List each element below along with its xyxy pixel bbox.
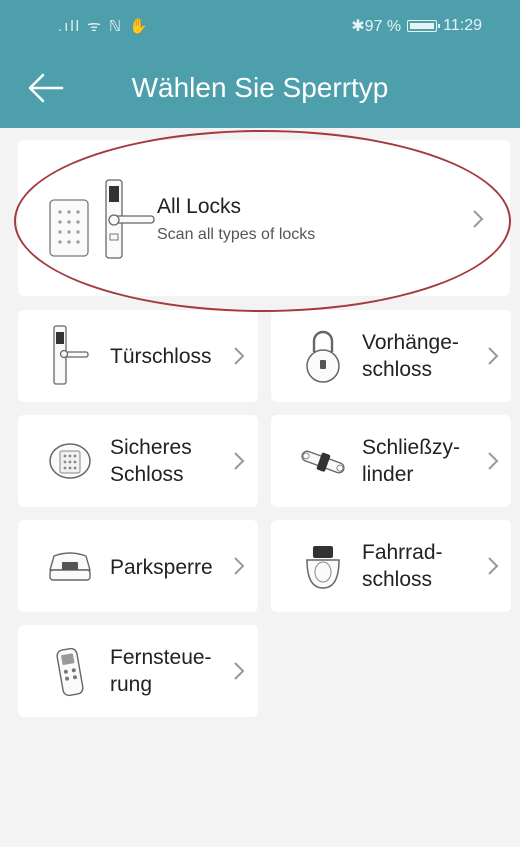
remote-control-icon bbox=[56, 647, 84, 697]
door-lock-keypad-icon bbox=[49, 179, 155, 259]
all-locks-title: All Locks bbox=[157, 195, 242, 218]
chevron-right-icon bbox=[234, 347, 245, 365]
battery-percent: ✱97 % bbox=[351, 18, 402, 35]
all-locks-card[interactable]: All Locks Scan all types of locks bbox=[18, 140, 510, 296]
chevron-right-icon bbox=[234, 452, 245, 470]
status-bar: .ıll ᯤ ℕ ✋ ✱97 % 11:29 bbox=[0, 0, 520, 48]
lock-type-parksperre[interactable]: Parksperre bbox=[18, 520, 258, 612]
battery-icon bbox=[407, 20, 441, 32]
door-handle-icon bbox=[53, 325, 89, 385]
lock-type-label: Fernsteue- rung bbox=[110, 646, 212, 696]
chevron-right-icon bbox=[234, 662, 245, 680]
lock-type-label: Türschloss bbox=[110, 345, 212, 368]
status-right: ✱97 % 11:29 bbox=[351, 16, 482, 36]
chevron-right-icon bbox=[488, 557, 499, 575]
lock-type-label: Vorhänge- schloss bbox=[362, 331, 459, 381]
bike-lock-icon bbox=[306, 546, 340, 589]
lock-type-fernsteuerung[interactable]: Fernsteue- rung bbox=[18, 625, 258, 717]
chevron-right-icon bbox=[488, 452, 499, 470]
safe-lock-icon bbox=[49, 443, 91, 479]
app-header: .ıll ᯤ ℕ ✋ ✱97 % 11:29 Wählen Sie Sperrt… bbox=[0, 0, 520, 128]
chevron-right-icon bbox=[234, 557, 245, 575]
parking-barrier-icon bbox=[49, 552, 91, 581]
lock-type-label: Parksperre bbox=[110, 556, 213, 579]
padlock-icon bbox=[306, 330, 340, 383]
signal-wifi-nfc-icons: .ıll ᯤ ℕ ✋ bbox=[58, 18, 150, 35]
lock-type-label: Sicheres Schloss bbox=[110, 436, 192, 486]
lock-type-tuerschloss[interactable]: Türschloss bbox=[18, 310, 258, 402]
lock-type-label: Schließzy- linder bbox=[362, 436, 461, 486]
chevron-right-icon bbox=[488, 347, 499, 365]
clock: 11:29 bbox=[443, 17, 482, 34]
cylinder-lock-icon bbox=[301, 450, 345, 474]
page-title: Wählen Sie Sperrtyp bbox=[131, 72, 389, 103]
all-locks-subtitle: Scan all types of locks bbox=[157, 226, 316, 243]
lock-type-sicheres-schloss[interactable]: Sicheres Schloss bbox=[18, 415, 258, 507]
lock-type-label: Fahrrad- schloss bbox=[362, 541, 443, 591]
lock-type-fahrradschloss[interactable]: Fahrrad- schloss bbox=[271, 520, 511, 612]
lock-type-vorhaengeschloss[interactable]: Vorhänge- schloss bbox=[271, 310, 511, 402]
chevron-right-icon bbox=[473, 210, 484, 228]
lock-type-schliesszylinder[interactable]: Schließzy- linder bbox=[271, 415, 511, 507]
